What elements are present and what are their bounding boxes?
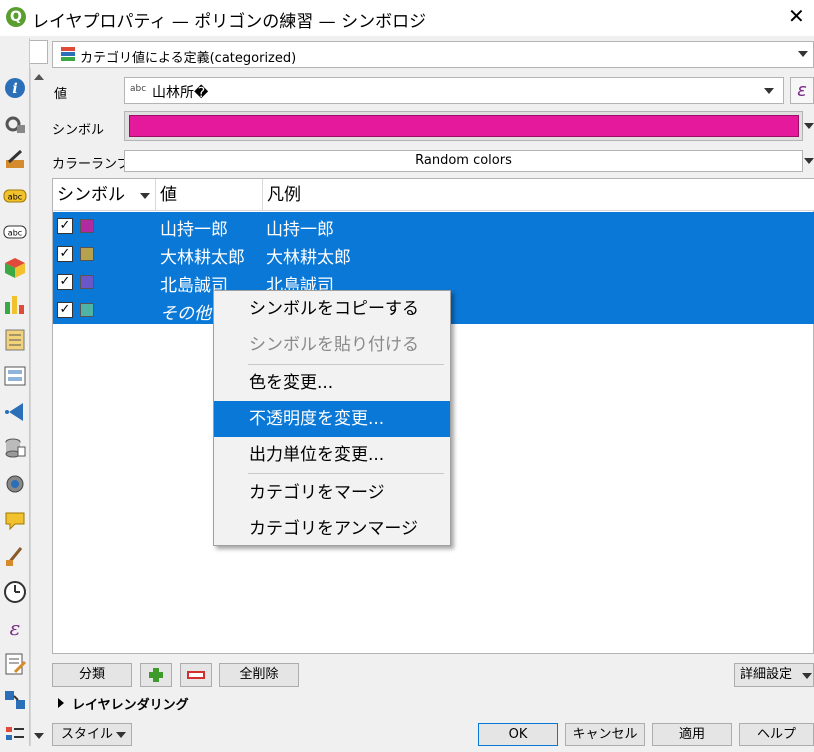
chevron-down-icon[interactable] bbox=[764, 88, 774, 94]
dependencies-icon[interactable] bbox=[3, 688, 27, 712]
labels-icon[interactable]: abc bbox=[3, 184, 27, 208]
legend-icon[interactable] bbox=[3, 724, 27, 748]
chevron-down-icon bbox=[116, 732, 126, 738]
svg-text:ε: ε bbox=[10, 616, 21, 640]
cancel-button[interactable]: キャンセル bbox=[565, 723, 645, 746]
remove-icon bbox=[187, 671, 205, 679]
metadata-icon[interactable] bbox=[3, 652, 27, 676]
category-value[interactable]: その他 bbox=[160, 299, 211, 324]
category-symbol-swatch[interactable] bbox=[80, 247, 94, 261]
delete-all-button[interactable]: 全削除 bbox=[219, 663, 299, 687]
svg-text:abc: abc bbox=[8, 193, 22, 202]
category-checkbox[interactable]: ✓ bbox=[57, 274, 73, 290]
category-checkbox[interactable]: ✓ bbox=[57, 246, 73, 262]
category-legend[interactable]: 山持一郎 bbox=[266, 215, 334, 240]
display-icon[interactable] bbox=[3, 508, 27, 532]
category-value[interactable]: 山持一郎 bbox=[160, 215, 228, 240]
color-ramp-label: カラーランプ bbox=[52, 157, 130, 172]
style-button-label: スタイル bbox=[61, 727, 114, 742]
svg-text:abc: abc bbox=[8, 229, 22, 238]
value-field-text: 山林所� bbox=[152, 85, 209, 101]
attributes-form-icon[interactable] bbox=[3, 364, 27, 388]
chevron-down-icon[interactable] bbox=[798, 51, 808, 57]
value-field-select[interactable] bbox=[124, 77, 784, 104]
menu-item-change-output-unit[interactable]: 出力単位を変更... bbox=[214, 437, 450, 473]
scroll-up-icon[interactable] bbox=[34, 74, 44, 80]
information-icon[interactable]: i bbox=[3, 76, 27, 100]
menu-item-unmerge-categories[interactable]: カテゴリをアンマージ bbox=[214, 511, 450, 547]
chevron-down-icon bbox=[802, 673, 812, 679]
menu-item-paste-symbol[interactable]: シンボルを貼り付ける bbox=[214, 327, 450, 363]
table-header: シンボル 値 凡例 bbox=[53, 179, 814, 211]
temporal-icon[interactable] bbox=[3, 580, 27, 604]
masks-icon[interactable]: abc bbox=[3, 220, 27, 244]
color-ramp-menu-button[interactable] bbox=[804, 150, 814, 172]
svg-text:i: i bbox=[12, 81, 17, 97]
advanced-button-label: 詳細設定 bbox=[740, 667, 793, 682]
categorized-renderer-icon bbox=[61, 47, 75, 61]
symbol-menu-button[interactable] bbox=[804, 111, 814, 141]
remove-category-button[interactable] bbox=[180, 663, 212, 687]
category-symbol-swatch[interactable] bbox=[80, 303, 94, 317]
menu-item-copy-symbol[interactable]: シンボルをコピーする bbox=[214, 291, 450, 327]
expression-button[interactable]: ε bbox=[790, 77, 814, 104]
joins-icon[interactable] bbox=[3, 400, 27, 424]
category-symbol-swatch[interactable] bbox=[80, 219, 94, 233]
field-type-icon: abc bbox=[130, 84, 147, 94]
apply-button[interactable]: 適用 bbox=[652, 723, 732, 746]
help-button[interactable]: ヘルプ bbox=[739, 723, 814, 746]
window-title: レイヤプロパティ — ポリゴンの練習 — シンボロジ bbox=[32, 12, 427, 32]
menu-separator bbox=[248, 473, 444, 474]
category-checkbox[interactable]: ✓ bbox=[57, 218, 73, 234]
variables-icon[interactable]: ε bbox=[3, 616, 27, 640]
renderer-selected-value: カテゴリ値による定義(categorized) bbox=[80, 51, 297, 66]
add-category-button[interactable] bbox=[140, 663, 172, 687]
value-label: 値 bbox=[54, 87, 68, 102]
close-icon[interactable]: ✕ bbox=[788, 5, 805, 27]
menu-item-change-opacity[interactable]: 不透明度を変更... bbox=[214, 401, 450, 437]
source-icon[interactable] bbox=[3, 112, 27, 136]
3d-view-icon[interactable] bbox=[3, 256, 27, 280]
menu-item-change-color[interactable]: 色を変更... bbox=[214, 365, 450, 401]
qgis-logo-icon: Q bbox=[6, 7, 26, 27]
category-legend[interactable]: 大林耕太郎 bbox=[266, 243, 351, 268]
symbology-icon[interactable] bbox=[3, 148, 27, 172]
category-value[interactable]: 大林耕太郎 bbox=[160, 243, 245, 268]
diagrams-icon[interactable] bbox=[3, 292, 27, 316]
symbol-color-swatch bbox=[129, 115, 799, 137]
table-row[interactable]: ✓ 山持一郎 山持一郎 bbox=[53, 212, 814, 240]
expand-arrow-icon[interactable] bbox=[58, 698, 64, 708]
fields-icon[interactable] bbox=[3, 328, 27, 352]
table-row[interactable]: ✓ 大林耕太郎 大林耕太郎 bbox=[53, 240, 814, 268]
actions-icon[interactable] bbox=[3, 472, 27, 496]
sidebar-scrollbar[interactable] bbox=[30, 68, 46, 746]
color-ramp-button[interactable]: Random colors bbox=[124, 150, 803, 172]
category-checkbox[interactable]: ✓ bbox=[57, 302, 73, 318]
category-symbol-swatch[interactable] bbox=[80, 275, 94, 289]
auxiliary-storage-icon[interactable] bbox=[3, 436, 27, 460]
column-header-legend[interactable]: 凡例 bbox=[263, 179, 814, 211]
classify-button[interactable]: 分類 bbox=[52, 663, 132, 687]
add-icon bbox=[149, 668, 163, 682]
sidebar: i abc abc ε bbox=[0, 38, 30, 746]
ok-button[interactable]: OK bbox=[478, 723, 558, 746]
scroll-down-icon[interactable] bbox=[34, 733, 44, 739]
sort-indicator-icon bbox=[140, 193, 150, 199]
column-header-value[interactable]: 値 bbox=[156, 179, 263, 211]
layer-rendering-section[interactable]: レイヤレンダリング bbox=[72, 694, 189, 713]
rendering-icon[interactable] bbox=[3, 544, 27, 568]
symbol-label: シンボル bbox=[52, 123, 105, 138]
menu-item-merge-categories[interactable]: カテゴリをマージ bbox=[214, 475, 450, 511]
